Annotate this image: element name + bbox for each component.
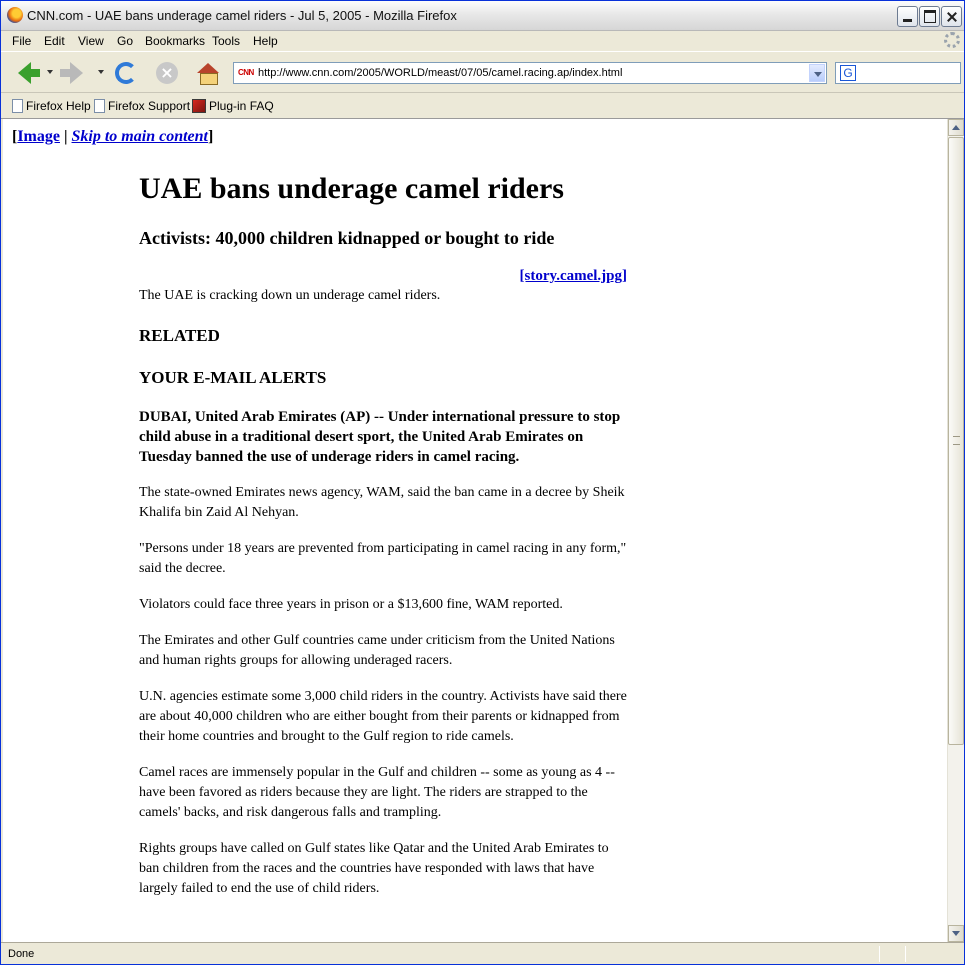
search-input[interactable]: [862, 65, 958, 81]
image-caption: The UAE is cracking down un underage cam…: [139, 288, 441, 303]
minimize-button[interactable]: [897, 6, 918, 27]
browser-window: CNN.com - UAE bans underage camel riders…: [0, 0, 965, 965]
activity-throbber-icon: [944, 32, 960, 48]
lead-paragraph: DUBAI, United Arab Emirates (AP) -- Unde…: [139, 409, 621, 465]
stop-icon: ×: [156, 62, 178, 84]
menu-bookmarks[interactable]: Bookmarks: [145, 34, 205, 48]
article-paragraph: The state-owned Emirates news agency, WA…: [139, 485, 625, 520]
home-button[interactable]: [193, 58, 223, 88]
headline: UAE bans underage camel riders: [139, 172, 564, 205]
story-image-placeholder: [story.camel.jpg]: [139, 266, 627, 286]
maximize-button[interactable]: [919, 6, 940, 27]
search-bar[interactable]: G: [835, 62, 961, 84]
window-title: CNN.com - UAE bans underage camel riders…: [27, 8, 457, 23]
menu-help[interactable]: Help: [253, 34, 278, 48]
reload-button[interactable]: [111, 58, 141, 88]
firefox-icon: [7, 7, 23, 23]
bookmark-firefox-help[interactable]: Firefox Help: [12, 99, 91, 113]
vertical-scrollbar[interactable]: [947, 119, 964, 942]
scroll-up-button[interactable]: [948, 119, 964, 136]
status-divider: [879, 946, 880, 962]
bookmark-label: Plug-in FAQ: [209, 99, 274, 113]
forward-arrow-icon: [59, 62, 83, 84]
subheadline: Activists: 40,000 children kidnapped or …: [139, 228, 555, 248]
search-engine-icon[interactable]: G: [840, 65, 856, 81]
article-paragraph: Camel races are immensely popular in the…: [139, 765, 615, 820]
url-input[interactable]: [258, 65, 808, 81]
cnn-favicon-icon: CNN: [238, 68, 254, 77]
bookmark-firefox-support[interactable]: Firefox Support: [94, 99, 190, 113]
status-text: Done: [8, 948, 35, 960]
menu-file[interactable]: File: [12, 34, 31, 48]
back-history-dropdown[interactable]: [47, 70, 53, 74]
bookmark-label: Firefox Help: [26, 99, 91, 113]
plugin-icon: [192, 99, 206, 113]
navigation-toolbar: × CNN G: [1, 51, 964, 93]
reload-icon: [115, 62, 137, 84]
forward-button[interactable]: [59, 58, 91, 88]
email-alerts-heading: YOUR E-MAIL ALERTS: [139, 368, 327, 387]
menu-tools[interactable]: Tools: [212, 34, 240, 48]
link-separator: |: [63, 128, 68, 145]
page-content: [Image | Skip to main content] UAE bans …: [3, 119, 947, 942]
home-icon: [197, 63, 219, 85]
article-paragraph: "Persons under 18 years are prevented fr…: [139, 541, 627, 576]
stop-button[interactable]: ×: [152, 58, 182, 88]
article: UAE bans underage camel riders Activists…: [139, 171, 627, 899]
article-paragraph: The Emirates and other Gulf countries ca…: [139, 633, 615, 668]
url-bar[interactable]: CNN: [233, 62, 827, 84]
bookmarks-toolbar: Firefox Help Firefox Support Plug-in FAQ: [1, 94, 964, 119]
scrollbar-thumb[interactable]: [948, 137, 964, 745]
close-bracket: ]: [207, 128, 214, 145]
skip-links: [Image | Skip to main content]: [12, 128, 213, 146]
menu-go[interactable]: Go: [117, 34, 133, 48]
menu-bar: File Edit View Go Bookmarks Tools Help: [1, 31, 964, 51]
url-history-dropdown-button[interactable]: [809, 64, 825, 82]
status-bar: Done: [1, 942, 964, 964]
skip-to-main-content-link[interactable]: Skip to main content: [72, 128, 208, 145]
bookmark-plugin-faq[interactable]: Plug-in FAQ: [192, 99, 274, 113]
image-link[interactable]: Image: [17, 128, 60, 145]
status-divider: [905, 946, 906, 962]
story-image-link[interactable]: [story.camel.jpg]: [520, 268, 627, 284]
menu-view[interactable]: View: [78, 34, 104, 48]
page-icon: [12, 99, 23, 113]
article-paragraph: Violators could face three years in pris…: [139, 597, 563, 612]
forward-history-dropdown[interactable]: [98, 70, 104, 74]
article-paragraph: U.N. agencies estimate some 3,000 child …: [139, 689, 627, 744]
article-paragraph: Rights groups have called on Gulf states…: [139, 841, 609, 896]
close-button[interactable]: [941, 6, 962, 27]
title-bar: CNN.com - UAE bans underage camel riders…: [1, 1, 964, 31]
back-button[interactable]: [9, 58, 40, 88]
related-heading: RELATED: [139, 326, 220, 345]
page-icon: [94, 99, 105, 113]
bookmark-label: Firefox Support: [108, 99, 191, 113]
menu-edit[interactable]: Edit: [44, 34, 65, 48]
scroll-down-button[interactable]: [948, 925, 964, 942]
back-arrow-icon: [17, 62, 40, 84]
